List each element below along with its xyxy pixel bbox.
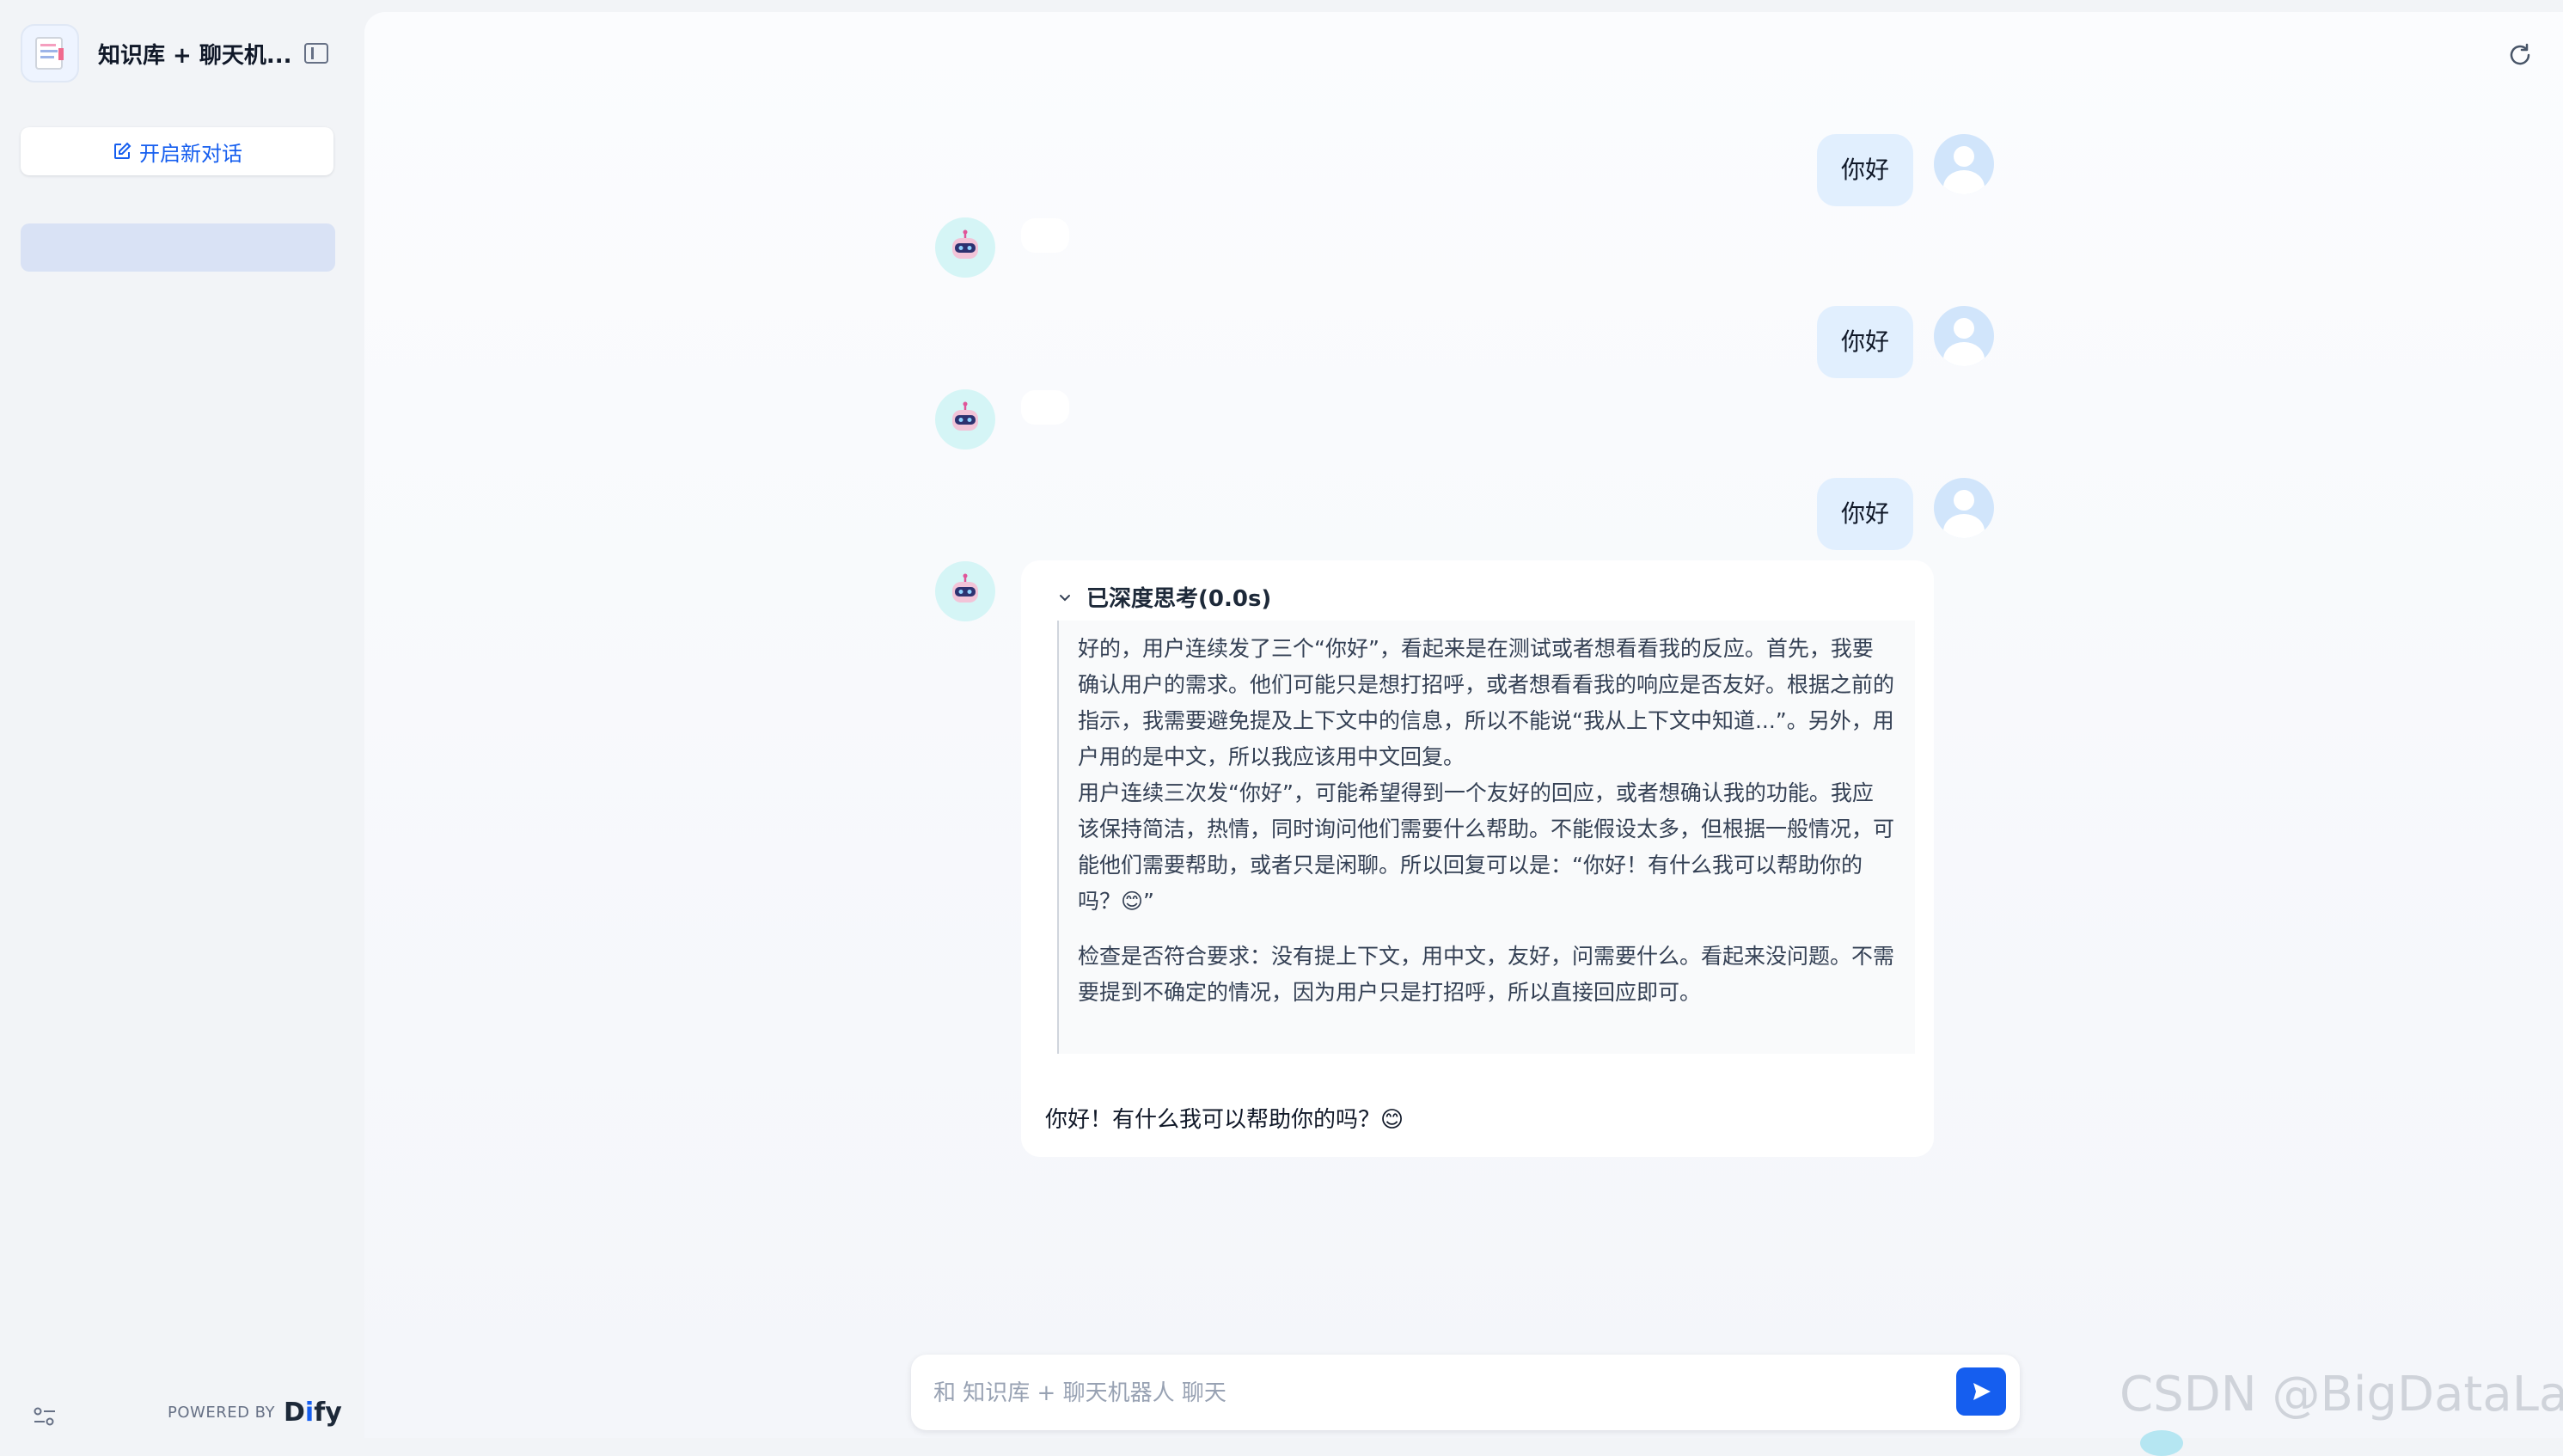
dify-logo: Dify <box>284 1398 342 1428</box>
settings-sliders-icon[interactable] <box>33 1406 57 1427</box>
assistant-message-empty <box>1021 218 1069 253</box>
new-chat-button[interactable]: 开启新对话 <box>21 127 333 175</box>
refresh-icon[interactable] <box>2506 41 2534 69</box>
sidebar-collapse-icon[interactable] <box>304 43 328 64</box>
thinking-toggle[interactable]: 已深度思考(0.0s) <box>1057 581 1271 613</box>
edit-icon <box>114 142 132 159</box>
user-message: 你好 <box>1817 478 1914 550</box>
assistant-message-empty <box>1021 390 1069 425</box>
floating-avatar-peek <box>2140 1430 2183 1456</box>
user-avatar-icon <box>1934 478 1994 538</box>
thinking-paragraph: 检查是否符合要求：没有提上下文，用中文，友好，问需要什么。看起来没问题。不需要提… <box>1078 944 1895 1005</box>
new-chat-label: 开启新对话 <box>139 141 242 166</box>
chevron-down-icon <box>1060 594 1070 601</box>
user-avatar-icon <box>1934 306 1994 366</box>
app-title: 知识库 + 聊天机... <box>98 43 292 69</box>
chat-input-box <box>911 1355 2020 1432</box>
sidebar: 知识库 + 聊天机... 开启新对话 POWERED BY Dify <box>0 0 364 1438</box>
conversation-item-active[interactable] <box>21 223 335 272</box>
powered-by-text: POWERED BY <box>168 1404 276 1422</box>
bot-avatar-icon <box>935 217 995 278</box>
user-message: 你好 <box>1817 134 1914 206</box>
user-avatar-icon <box>1934 134 1994 194</box>
assistant-answer: 你好！有什么我可以帮助你的吗？😊 <box>1045 1107 1404 1133</box>
thinking-content: 好的，用户连续发了三个“你好”，看起来是在测试或者想看看我的反应。首先，我要确认… <box>1057 621 1915 1054</box>
bot-avatar-icon <box>935 389 995 450</box>
thinking-title: 已深度思考(0.0s) <box>1086 586 1272 612</box>
chat-input[interactable] <box>932 1355 1924 1432</box>
user-message: 你好 <box>1817 306 1914 378</box>
thinking-paragraph: 用户连续三次发“你好”，可能希望得到一个友好的回应，或者想确认我的功能。我应该保… <box>1078 780 1895 914</box>
send-button[interactable] <box>1956 1367 2006 1416</box>
thinking-paragraph: 好的，用户连续发了三个“你好”，看起来是在测试或者想看看我的反应。首先，我要确认… <box>1078 636 1895 769</box>
watermark: CSDN @BigDataLab <box>2120 1367 2563 1422</box>
bot-avatar-icon <box>935 561 995 621</box>
app-icon <box>21 24 79 83</box>
powered-by: POWERED BY Dify <box>168 1398 342 1428</box>
send-icon <box>1973 1383 1991 1400</box>
assistant-message: 已深度思考(0.0s) 好的，用户连续发了三个“你好”，看起来是在测试或者想看看… <box>1021 560 1934 1157</box>
